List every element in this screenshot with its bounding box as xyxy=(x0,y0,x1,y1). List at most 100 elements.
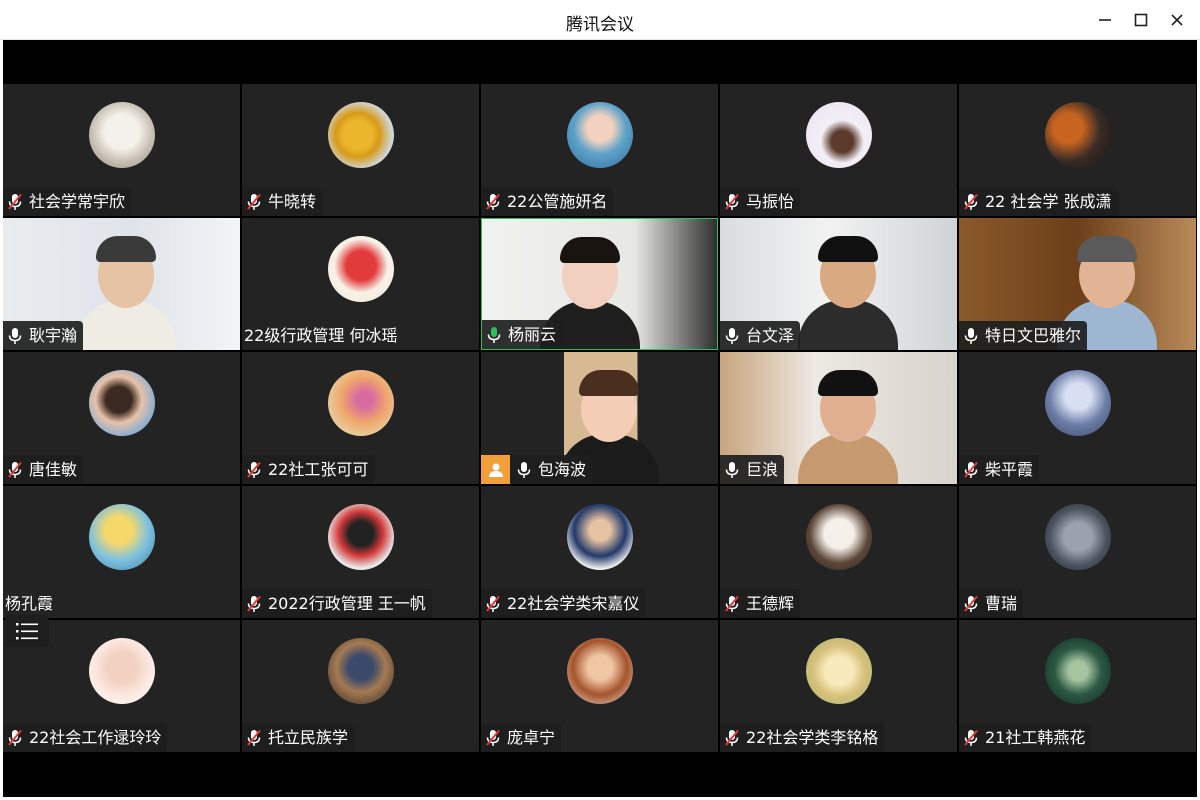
participant-name: 台文泽 xyxy=(746,326,795,345)
participant-tile[interactable]: 庞卓宁 xyxy=(481,620,718,752)
participant-avatar xyxy=(1045,504,1111,570)
participant-name: 巨浪 xyxy=(746,460,779,479)
participant-avatar xyxy=(806,102,872,168)
participant-tile[interactable]: 2022行政管理 王一帆 xyxy=(242,486,479,618)
maximize-button[interactable] xyxy=(1127,8,1155,32)
participant-avatar xyxy=(806,638,872,704)
participant-name: 包海波 xyxy=(538,460,587,479)
participant-name: 杨丽云 xyxy=(508,325,557,344)
participant-tile[interactable]: 曹瑞 xyxy=(959,486,1196,618)
participant-tile[interactable]: 王德辉 xyxy=(720,486,957,618)
mic-muted-icon xyxy=(247,729,261,746)
participant-tile[interactable]: 包海波 xyxy=(481,352,718,484)
participant-label: 包海波 xyxy=(481,455,593,484)
mic-muted-icon xyxy=(8,729,22,746)
participant-label: 巨浪 xyxy=(720,455,785,484)
participant-name: 庞卓宁 xyxy=(507,728,556,747)
participant-tile[interactable]: 22公管施妍名 xyxy=(481,84,718,216)
participant-avatar xyxy=(328,370,394,436)
participant-label: 22公管施妍名 xyxy=(481,187,614,216)
meeting-stage: 社会学常宇欣 牛晓转 22公管施妍名 马振怡 22 社会学 张成潇耿宇瀚 22级行政管理 … xyxy=(3,40,1197,797)
mic-muted-icon xyxy=(964,461,978,478)
participant-grid: 社会学常宇欣 牛晓转 22公管施妍名 马振怡 22 社会学 张成潇耿宇瀚 22级行政管理 … xyxy=(3,84,1197,754)
mic-speaking-icon xyxy=(487,326,501,343)
participant-tile[interactable]: 22社会学类宋嘉仪 xyxy=(481,486,718,618)
participant-avatar xyxy=(89,370,155,436)
participant-avatar xyxy=(328,504,394,570)
mic-icon xyxy=(964,327,978,344)
participant-label: 21社工韩燕花 xyxy=(959,723,1092,752)
participant-avatar xyxy=(1045,370,1111,436)
participant-name: 曹瑞 xyxy=(985,594,1018,613)
participant-label: 台文泽 xyxy=(720,321,801,350)
participant-tile[interactable]: 柴平霞 xyxy=(959,352,1196,484)
mic-muted-icon xyxy=(247,461,261,478)
participant-name: 王德辉 xyxy=(746,594,795,613)
participant-label: 特日文巴雅尔 xyxy=(959,321,1088,350)
participant-label: 牛晓转 xyxy=(242,187,323,216)
participant-label: 2022行政管理 王一帆 xyxy=(242,589,432,618)
participant-avatar xyxy=(328,102,394,168)
participant-name: 托立民族学 xyxy=(268,728,349,747)
participant-avatar xyxy=(328,236,394,302)
participant-label: 王德辉 xyxy=(720,589,801,618)
participant-tile[interactable]: 巨浪 xyxy=(720,352,957,484)
participant-name: 22社会工作逯玲玲 xyxy=(29,728,162,747)
participant-tile[interactable]: 特日文巴雅尔 xyxy=(959,218,1196,350)
participant-avatar xyxy=(1045,638,1111,704)
participant-label: 庞卓宁 xyxy=(481,723,562,752)
participant-label: 柴平霞 xyxy=(959,455,1040,484)
participant-name: 22 社会学 张成潇 xyxy=(985,192,1112,211)
close-button[interactable] xyxy=(1163,8,1191,32)
participant-tile[interactable]: 耿宇瀚 xyxy=(3,218,240,350)
participant-label: 曹瑞 xyxy=(959,589,1024,618)
participant-label: 22社会工作逯玲玲 xyxy=(3,723,168,752)
participant-avatar xyxy=(89,638,155,704)
participant-tile[interactable]: 22 社会学 张成潇 xyxy=(959,84,1196,216)
participant-tile[interactable]: 杨孔霞 xyxy=(3,486,240,618)
participant-name: 21社工韩燕花 xyxy=(985,728,1086,747)
participant-name: 牛晓转 xyxy=(268,192,317,211)
mic-muted-icon xyxy=(725,729,739,746)
participant-avatar xyxy=(567,504,633,570)
participant-label: 托立民族学 xyxy=(242,723,355,752)
participant-avatar xyxy=(567,102,633,168)
participant-avatar xyxy=(328,638,394,704)
maximize-icon xyxy=(1134,13,1148,27)
participant-avatar xyxy=(567,638,633,704)
participant-name: 社会学常宇欣 xyxy=(29,192,126,211)
participant-tile[interactable]: 22级行政管理 何冰瑶 xyxy=(242,218,479,350)
mic-icon xyxy=(8,327,22,344)
mic-icon xyxy=(517,461,531,478)
close-icon xyxy=(1171,14,1183,26)
mic-muted-icon xyxy=(964,595,978,612)
participant-tile[interactable]: 台文泽 xyxy=(720,218,957,350)
participant-tile[interactable]: 马振怡 xyxy=(720,84,957,216)
mic-muted-icon xyxy=(725,193,739,210)
layout-menu-button[interactable] xyxy=(5,615,49,647)
participant-avatar xyxy=(89,504,155,570)
participant-label: 22社会学类宋嘉仪 xyxy=(481,589,646,618)
participant-tile[interactable]: 托立民族学 xyxy=(242,620,479,752)
participant-tile[interactable]: 杨丽云 xyxy=(481,218,718,350)
participant-tile[interactable]: 22社会学类李铭格 xyxy=(720,620,957,752)
participant-name: 22社会学类李铭格 xyxy=(746,728,879,747)
host-badge xyxy=(481,455,510,484)
participant-tile[interactable]: 唐佳敏 xyxy=(3,352,240,484)
participant-tile[interactable]: 22社工张可可 xyxy=(242,352,479,484)
participant-label: 杨丽云 xyxy=(482,320,563,349)
participant-tile[interactable]: 社会学常宇欣 xyxy=(3,84,240,216)
mic-muted-icon xyxy=(964,193,978,210)
minimize-button[interactable] xyxy=(1091,8,1119,32)
participant-label: 社会学常宇欣 xyxy=(3,187,132,216)
participant-label: 唐佳敏 xyxy=(3,455,84,484)
participant-tile[interactable]: 牛晓转 xyxy=(242,84,479,216)
participant-tile[interactable]: 21社工韩燕花 xyxy=(959,620,1196,752)
mic-muted-icon xyxy=(725,595,739,612)
participant-name: 特日文巴雅尔 xyxy=(985,326,1082,345)
window-title: 腾讯会议 xyxy=(566,15,634,35)
mic-muted-icon xyxy=(8,193,22,210)
mic-icon xyxy=(725,327,739,344)
participant-avatar xyxy=(806,504,872,570)
title-bar: 腾讯会议 xyxy=(0,0,1200,40)
